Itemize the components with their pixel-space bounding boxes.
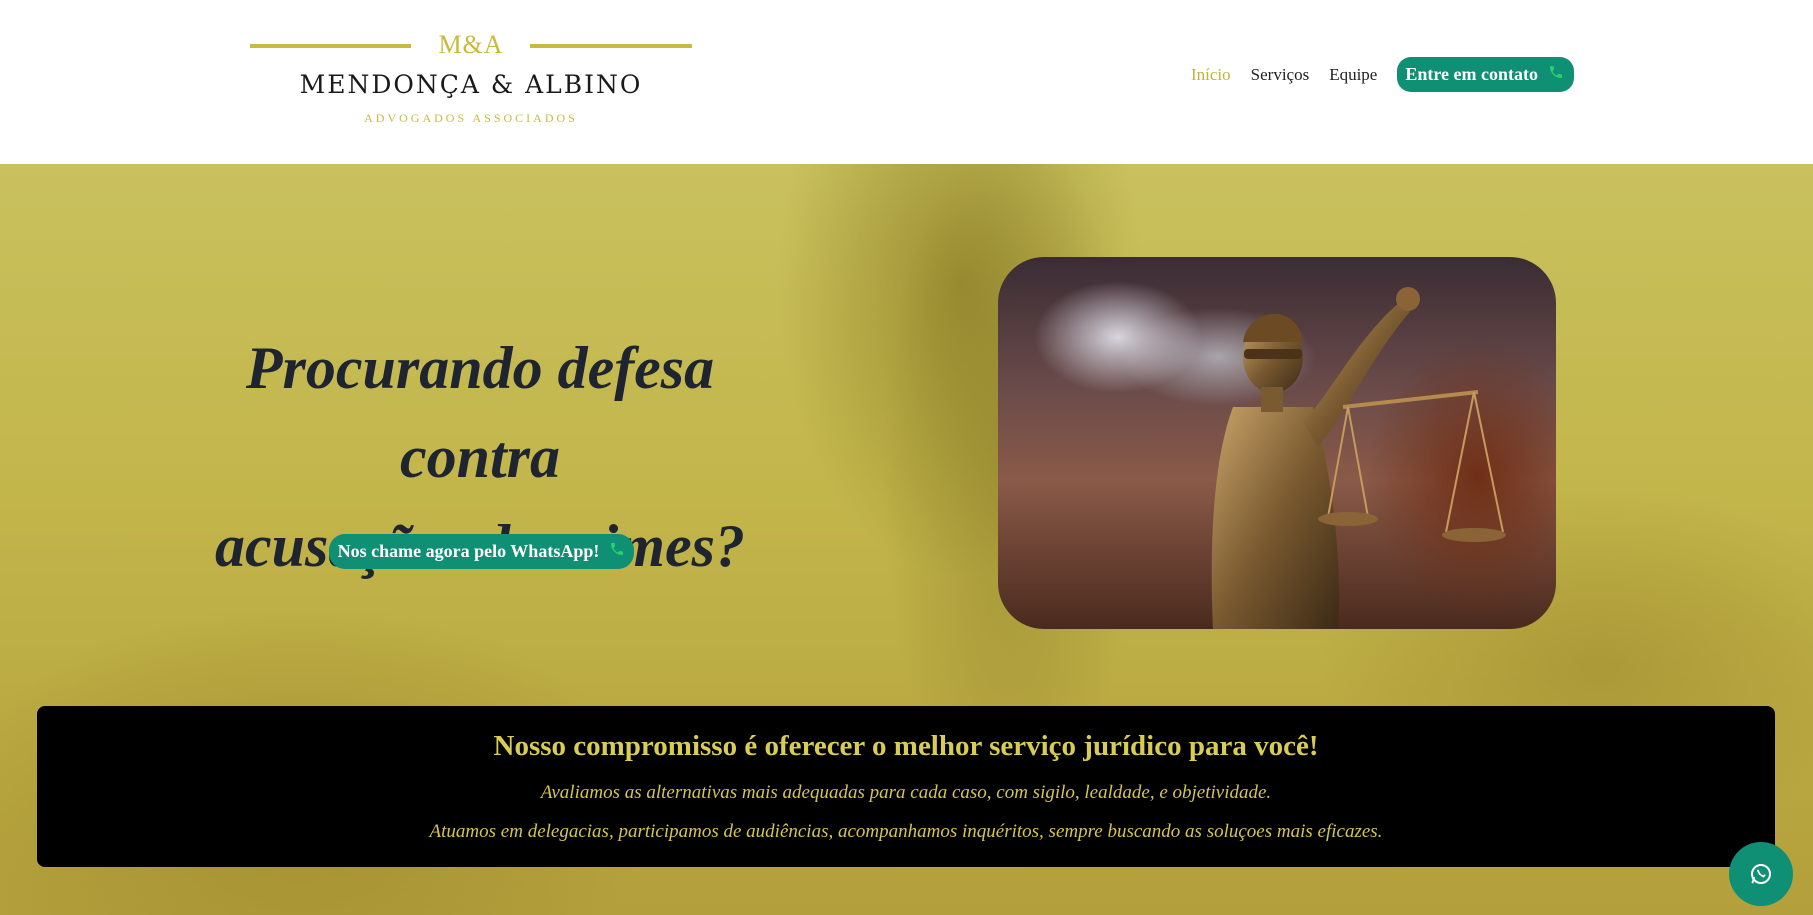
nav-item-inicio[interactable]: Início <box>1191 65 1231 85</box>
logo-subtitle: ADVOGADOS ASSOCIADOS <box>364 111 578 125</box>
whatsapp-cta-label: Nos chame agora pelo WhatsApp! <box>337 541 600 561</box>
main-nav: Início Serviços Equipe Entre em contato <box>1191 57 1574 92</box>
logo[interactable]: M&A MENDONÇA & ALBINO ADVOGADOS ASSOCIAD… <box>250 28 692 132</box>
hero-title-line1: Procurando defesa contra <box>245 335 715 490</box>
commitment-box: Nosso compromisso é oferecer o melhor se… <box>37 706 1775 867</box>
commitment-heading: Nosso compromisso é oferecer o melhor se… <box>493 730 1319 762</box>
whatsapp-icon <box>1751 864 1771 884</box>
whatsapp-floating-button[interactable] <box>1729 842 1793 906</box>
contact-button-label: Entre em contato <box>1405 64 1538 84</box>
logo-mark: M&A <box>438 30 504 59</box>
justice-statue-photo <box>998 257 1556 629</box>
phone-icon <box>609 541 625 562</box>
commitment-line-1: Avaliamos as alternativas mais adequadas… <box>540 782 1272 803</box>
nav-item-servicos[interactable]: Serviços <box>1251 65 1310 85</box>
contact-button[interactable]: Entre em contato <box>1397 57 1574 92</box>
justice-statue-illustration <box>1211 287 1506 629</box>
phone-icon <box>1548 64 1564 85</box>
site-header: M&A MENDONÇA & ALBINO ADVOGADOS ASSOCIAD… <box>0 0 1813 164</box>
whatsapp-cta-button[interactable]: Nos chame agora pelo WhatsApp! <box>329 534 634 569</box>
nav-item-equipe[interactable]: Equipe <box>1329 65 1377 85</box>
logo-name: MENDONÇA & ALBINO <box>299 70 643 99</box>
hero-section: Procurando defesa contra acusações de cr… <box>0 164 1813 915</box>
commitment-line-2: Atuamos em delegacias, participamos de a… <box>429 821 1383 842</box>
